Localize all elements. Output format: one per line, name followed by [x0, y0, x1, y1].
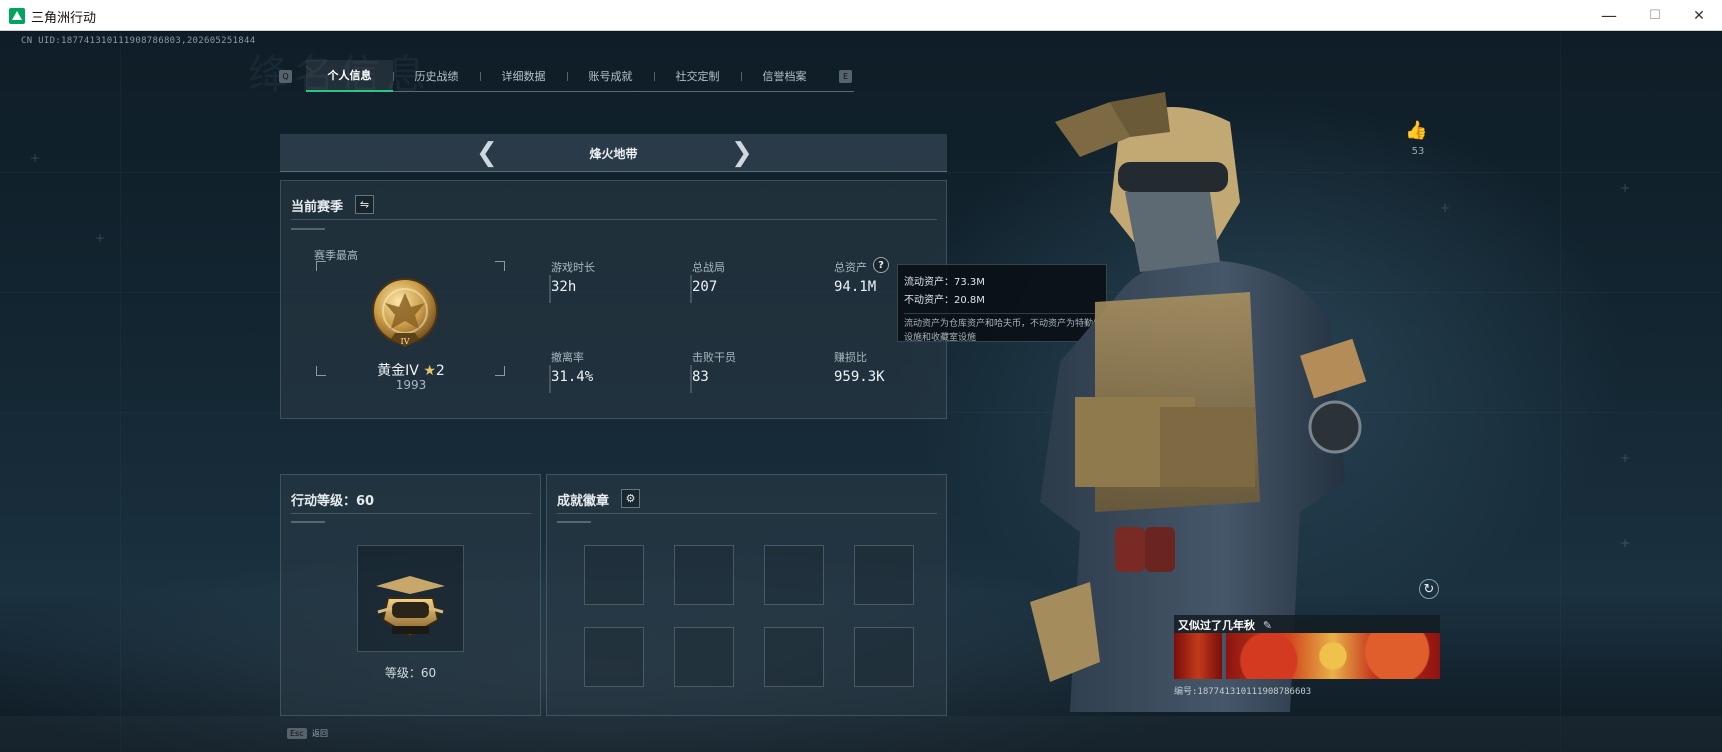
- rank-medal-icon: IV: [372, 278, 438, 347]
- rank-name: 黄金IV: [377, 363, 419, 379]
- stat-label: 总战局: [692, 261, 725, 274]
- stat-value: 959.3K: [834, 369, 885, 385]
- helicopter-badge-icon: [376, 576, 445, 638]
- tab-personal-info[interactable]: 个人信息: [306, 60, 393, 92]
- achievement-slot[interactable]: [764, 545, 824, 605]
- season-title: 当前赛季: [291, 200, 344, 215]
- card-image-left: [1174, 633, 1222, 679]
- card-image-right: [1226, 633, 1440, 679]
- level-panel: 行动等级：60 等级：60: [280, 474, 541, 716]
- achievement-slot[interactable]: [584, 545, 644, 605]
- stat-label: 总资产: [834, 261, 867, 274]
- edit-icon[interactable]: ✎: [1263, 619, 1272, 632]
- achievement-slot[interactable]: [854, 627, 914, 687]
- esc-key[interactable]: Esc: [287, 728, 307, 739]
- thumbs-up-icon[interactable]: 👍: [1405, 120, 1427, 141]
- window-title: 三角洲行动: [31, 11, 97, 26]
- stat-value: 83: [692, 369, 709, 385]
- app-logo-icon: [9, 8, 25, 24]
- likes-count: 53: [1411, 146, 1425, 157]
- card-title: 又似过了几年秋: [1178, 619, 1255, 632]
- achievement-slot[interactable]: [584, 627, 644, 687]
- uid-text: CN UID:1877413101119087868​03,2026052518…: [21, 36, 256, 46]
- stat-label: 击败干员: [692, 351, 736, 364]
- title-bar: 三角洲行动 — ☐ ✕: [0, 0, 1722, 31]
- stat-value: 207: [692, 279, 718, 295]
- tab-achievements[interactable]: 账号成就: [567, 60, 654, 92]
- stat-value: 31.4%: [551, 369, 594, 385]
- minimize-button[interactable]: —: [1586, 0, 1632, 31]
- back-label[interactable]: 返回: [312, 728, 328, 739]
- stat-label: 赚损比: [834, 351, 867, 364]
- tab-reputation[interactable]: 信誉档案: [741, 60, 828, 92]
- bottom-bar: Esc 返回: [0, 716, 1722, 752]
- season-panel: 当前赛季 ⇋ 赛季最高 IV 黄金IV ★2 1993 游戏时长 32h 总战局…: [280, 180, 947, 419]
- level-badge-frame: [357, 545, 464, 652]
- achievement-slot[interactable]: [674, 545, 734, 605]
- swap-icon[interactable]: ⇋: [355, 195, 374, 214]
- stat-value: 32h: [551, 279, 577, 295]
- card-title-bar: 又似过了几年秋 ✎: [1174, 615, 1440, 633]
- rank-star-icon: ★: [423, 363, 436, 379]
- rank-badge-text: IV: [401, 337, 410, 346]
- mode-selector: ❮ 烽火地带 ❯: [280, 134, 947, 172]
- refresh-icon[interactable]: ↻: [1419, 579, 1439, 599]
- game-scene: + + + + + + CN UID:1877413101119087868​0…: [0, 32, 1722, 752]
- rank-name-line: 黄金IV ★2: [316, 360, 506, 380]
- tooltip-fixed: 不动资产：20.8M: [904, 295, 985, 306]
- close-button[interactable]: ✕: [1676, 0, 1722, 31]
- achievements-panel: 成就徽章 ⚙: [546, 474, 947, 716]
- achievement-slot[interactable]: [854, 545, 914, 605]
- tooltip-liquid: 流动资产：73.3M: [904, 277, 985, 288]
- rank-stars: 2: [435, 363, 445, 379]
- mode-title: 烽火地带: [589, 147, 638, 161]
- achievement-slot[interactable]: [674, 627, 734, 687]
- gear-icon[interactable]: ⚙: [621, 489, 640, 508]
- achievement-slot[interactable]: [764, 627, 824, 687]
- help-icon[interactable]: ?: [873, 257, 889, 273]
- tab-key-left: Q: [279, 70, 292, 83]
- rank-score: 1993: [395, 378, 427, 392]
- level-label: 等级：60: [384, 666, 437, 680]
- stat-value: 94.1M: [834, 279, 877, 295]
- achievements-title: 成就徽章: [557, 494, 610, 509]
- level-title: 行动等级：60: [291, 494, 375, 509]
- tab-bar: 个人信息 历史战绩 详细数据 账号成就 社交定制 信誉档案: [306, 60, 854, 92]
- stat-label: 撤离率: [551, 351, 584, 364]
- tab-detailed-data[interactable]: 详细数据: [480, 60, 567, 92]
- tab-social[interactable]: 社交定制: [654, 60, 741, 92]
- next-mode-button[interactable]: ❯: [731, 140, 753, 166]
- tab-key-right: E: [839, 70, 852, 83]
- stat-label: 游戏时长: [551, 261, 595, 274]
- tab-history[interactable]: 历史战绩: [393, 60, 480, 92]
- maximize-button[interactable]: ☐: [1632, 0, 1678, 31]
- card-id: 编号:187741310111908786603: [1174, 687, 1312, 697]
